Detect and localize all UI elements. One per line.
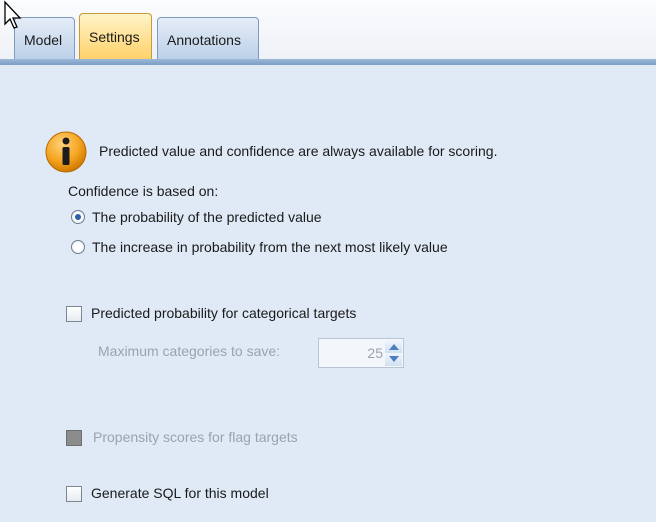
tab-bar: Model Settings Annotations <box>0 0 656 65</box>
propensity-scores-label: Propensity scores for flag targets <box>93 429 298 445</box>
radio-increase-probability-label[interactable]: The increase in probability from the nex… <box>92 239 448 255</box>
tab-divider <box>0 59 656 65</box>
stepper-up-icon[interactable] <box>385 340 402 353</box>
radio-increase-probability[interactable] <box>71 240 85 254</box>
mouse-cursor-icon <box>4 0 22 29</box>
radio-probability-predicted[interactable] <box>71 210 85 224</box>
info-message: Predicted value and confidence are alway… <box>99 143 498 159</box>
predicted-probability-checkbox[interactable] <box>66 306 82 322</box>
propensity-scores-checkbox <box>66 430 82 446</box>
stepper-down-icon[interactable] <box>385 353 402 366</box>
tab-settings[interactable]: Settings <box>79 13 152 59</box>
generate-sql-label[interactable]: Generate SQL for this model <box>91 485 269 501</box>
max-categories-stepper[interactable]: 25 <box>318 338 404 368</box>
stepper-buttons <box>385 340 402 366</box>
max-categories-value[interactable]: 25 <box>319 339 383 367</box>
confidence-label: Confidence is based on: <box>68 183 219 199</box>
generate-sql-checkbox[interactable] <box>66 486 82 502</box>
radio-probability-predicted-label[interactable]: The probability of the predicted value <box>92 209 322 225</box>
tab-annotations[interactable]: Annotations <box>157 17 259 59</box>
tab-model[interactable]: Model <box>14 17 75 59</box>
max-categories-label: Maximum categories to save: <box>98 343 281 359</box>
info-icon <box>45 131 87 173</box>
predicted-probability-label[interactable]: Predicted probability for categorical ta… <box>91 305 356 321</box>
